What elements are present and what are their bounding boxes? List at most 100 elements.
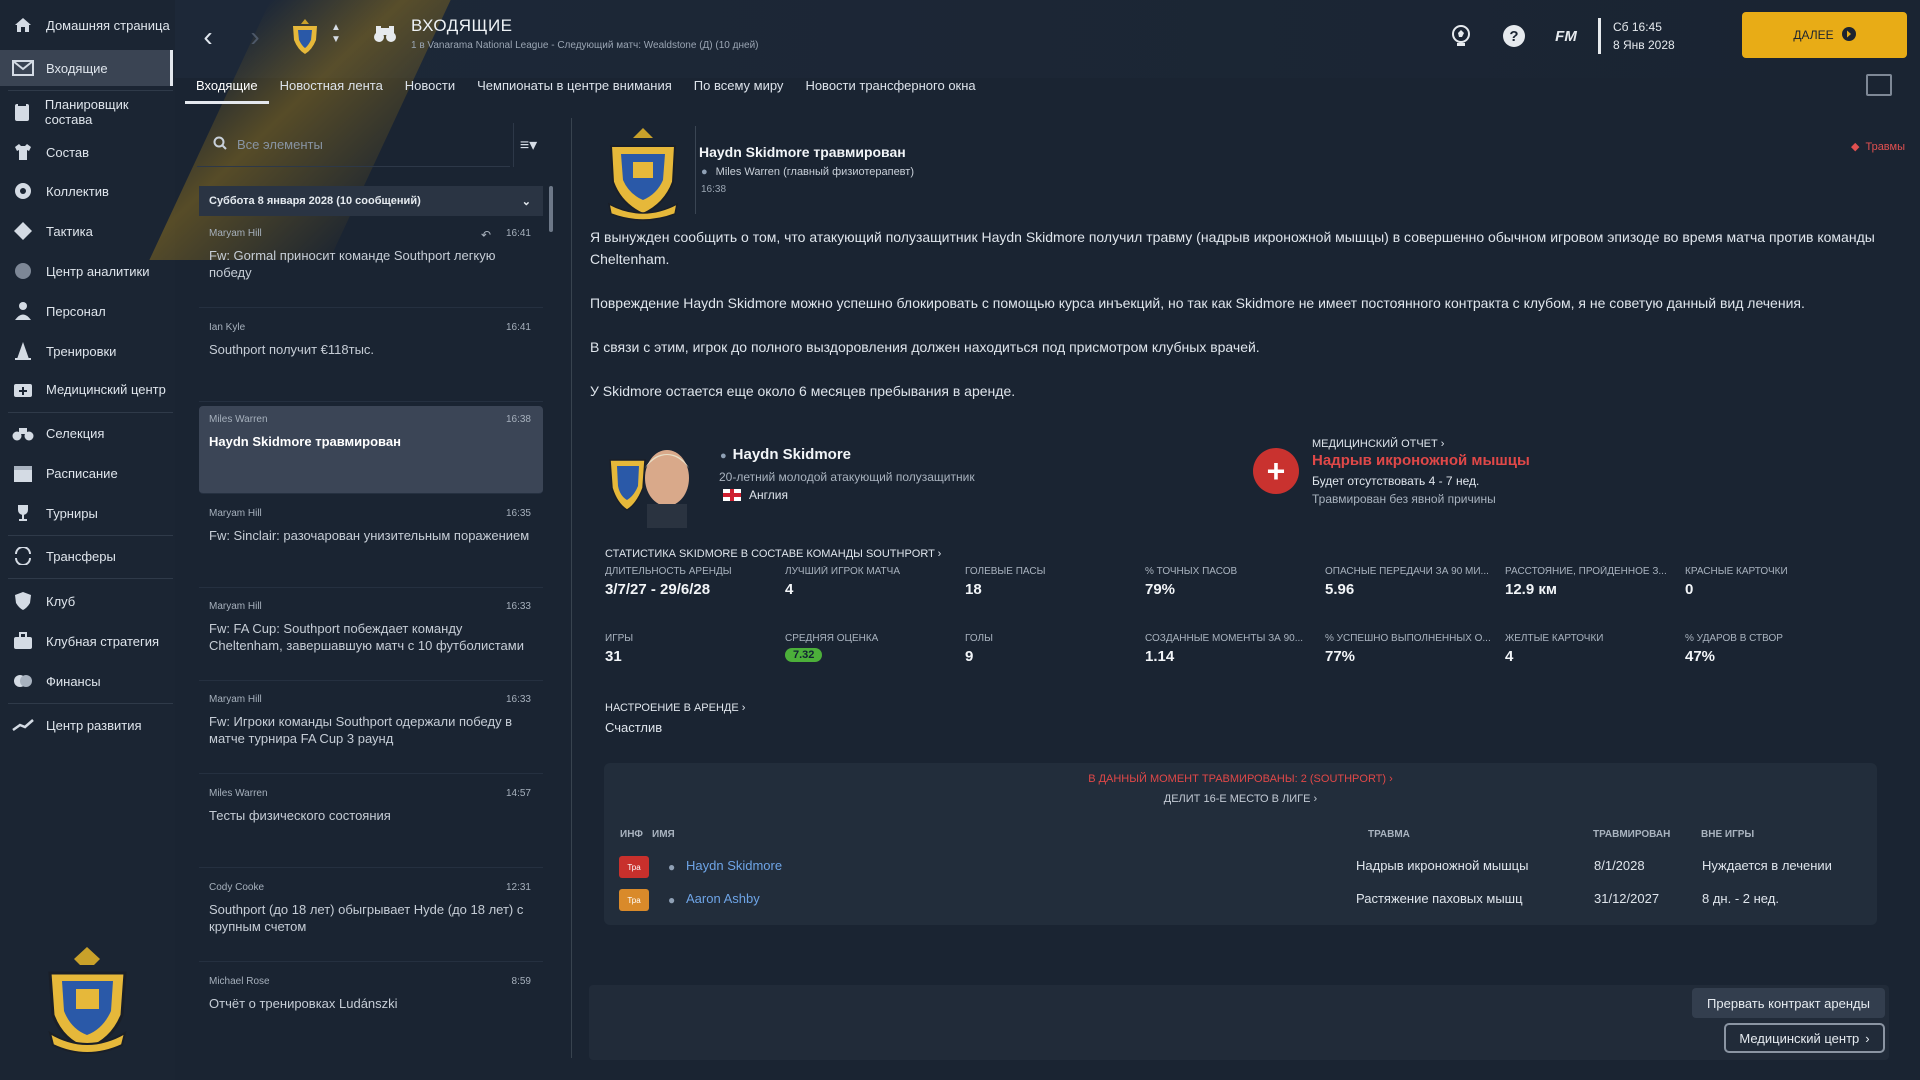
sidebar-item-dynamics[interactable]: Коллектив xyxy=(0,173,173,209)
stat-label: ГОЛЕВЫЕ ПАСЫ xyxy=(965,566,1046,577)
date-time[interactable]: Сб 16:45 8 Янв 2028 xyxy=(1598,18,1675,54)
tab-around-world[interactable]: По всему миру xyxy=(683,74,795,104)
sidebar-item-tactics[interactable]: Тактика xyxy=(0,213,173,249)
scrollbar[interactable] xyxy=(549,186,553,232)
sidebar-item-schedule[interactable]: Расписание xyxy=(0,455,173,491)
table-row[interactable]: Тра ● Haydn Skidmore Надрыв икроножной м… xyxy=(614,852,1869,882)
tab-inbox[interactable]: Входящие xyxy=(185,74,269,104)
list-item[interactable]: Ian Kyle 16:41 Southport получит €118тыс. xyxy=(199,314,543,402)
sidebar-item-finances[interactable]: Финансы xyxy=(0,663,173,699)
injured-count-label: В ДАННЫЙ МОМЕНТ ТРАВМИРОВАНЫ: 2 (SOUTHPO… xyxy=(1088,773,1387,785)
sidebar-item-competitions[interactable]: Турниры xyxy=(0,495,173,531)
sidebar-item-label: Состав xyxy=(46,144,90,160)
sidebar-item-inbox[interactable]: Входящие xyxy=(0,50,173,86)
mood-label: НАСТРОЕНИЕ В АРЕНДЕ xyxy=(605,702,739,714)
sidebar-item-analytics[interactable]: Центр аналитики xyxy=(0,253,173,289)
stat-label: ОПАСНЫЕ ПЕРЕДАЧИ ЗА 90 МИ... xyxy=(1325,566,1489,577)
column-header-info[interactable]: ИНФ xyxy=(620,829,643,840)
stat-goals: ГОЛЫ 9 xyxy=(965,633,1143,665)
player-avatar[interactable] xyxy=(605,438,705,528)
list-item[interactable]: Maryam Hill 16:33 Fw: FA Cup: Southport по… xyxy=(199,593,543,681)
tab-bar: Входящие Новостная лента Новости Чемпион… xyxy=(185,74,987,104)
sidebar-item-scouting[interactable]: Селекция xyxy=(0,415,173,451)
forward-arrow-icon[interactable]: › xyxy=(242,20,268,54)
injury-name: Надрыв икроножной мышцы xyxy=(1312,452,1530,469)
terminate-loan-button[interactable]: Прервать контракт аренды xyxy=(1692,988,1885,1018)
list-item[interactable]: Cody Cooke 12:31 Southport (до 18 лет) обы… xyxy=(199,874,543,962)
list-item[interactable]: Maryam Hill ↶ 16:41 Fw: Gormal приносит ком… xyxy=(199,220,543,308)
continue-button[interactable]: ДАЛЕЕ xyxy=(1742,12,1907,58)
tab-news-feed[interactable]: Новостная лента xyxy=(269,74,394,104)
sidebar-item-transfers[interactable]: Трансферы xyxy=(0,538,173,574)
sidebar-item-training[interactable]: Тренировки xyxy=(0,333,173,369)
list-item-selected[interactable]: Miles Warren 16:38 Haydn Skidmore травмиро… xyxy=(199,406,543,494)
stat-assists: ГОЛЕВЫЕ ПАСЫ 18 xyxy=(965,566,1143,598)
message-from: Maryam Hill xyxy=(209,508,262,519)
sidebar-item-medical[interactable]: Медицинский центр xyxy=(0,371,173,407)
sidebar-item-club[interactable]: Клуб xyxy=(0,583,173,619)
list-item[interactable]: Maryam Hill 16:35 Fw: Sinclair: разочарова… xyxy=(199,500,543,588)
column-header-injury[interactable]: ТРАВМА xyxy=(1368,829,1410,840)
stat-value: 4 xyxy=(785,581,794,598)
tab-featured-competitions[interactable]: Чемпионаты в центре внимания xyxy=(466,74,683,104)
trophy-icon xyxy=(12,502,34,524)
league-rank-link[interactable]: ДЕЛИТ 16-Е МЕСТО В ЛИГЕ › xyxy=(604,793,1877,805)
sidebar-item-staff[interactable]: Персонал xyxy=(0,293,173,329)
message-from: Michael Rose xyxy=(209,976,270,987)
player-description: 20-летний молодой атакующий полузащитник xyxy=(719,470,975,484)
column-header-injured[interactable]: ТРАВМИРОВАН xyxy=(1593,829,1670,840)
filter-menu-icon[interactable]: ≡▾ xyxy=(513,123,543,167)
club-switch-crest-icon[interactable] xyxy=(290,18,320,56)
sidebar-item-squad[interactable]: Состав xyxy=(0,134,173,170)
stat-red-cards: КРАСНЫЕ КАРТОЧКИ 0 xyxy=(1685,566,1863,598)
medical-centre-label: Медицинский центр xyxy=(1739,1030,1860,1046)
help-icon[interactable]: ? xyxy=(1500,22,1528,50)
chevron-down-icon: ⌄ xyxy=(521,195,531,208)
tab-news[interactable]: Новости xyxy=(394,74,466,104)
club-switch-chevrons-icon[interactable]: ▲ ▼ xyxy=(331,22,341,46)
back-arrow-icon[interactable]: ‹ xyxy=(195,20,221,54)
player-link[interactable]: Aaron Ashby xyxy=(686,891,760,906)
table-row[interactable]: Тра ● Aaron Ashby Растяжение паховых мыш… xyxy=(614,885,1869,915)
loan-mood-link[interactable]: НАСТРОЕНИЕ В АРЕНДЕ › xyxy=(605,702,745,714)
monitor-icon[interactable] xyxy=(1866,74,1892,96)
search-input[interactable]: Все элементы xyxy=(197,123,510,167)
sidebar-item-club-vision[interactable]: Клубная стратегия xyxy=(0,623,173,659)
message-time: 16:41 xyxy=(505,322,531,333)
column-header-name[interactable]: ИМЯ xyxy=(652,829,675,840)
sidebar-item-label: Тренировки xyxy=(46,343,117,359)
column-header-out[interactable]: ВНЕ ИГРЫ xyxy=(1701,829,1754,840)
stat-label: % УСПЕШНО ВЫПОЛНЕННЫХ О... xyxy=(1325,633,1491,644)
stat-value: 1.14 xyxy=(1145,648,1175,665)
stat-label: ДЛИТЕЛЬНОСТЬ АРЕНДЫ xyxy=(605,566,732,577)
sidebar-item-home[interactable]: Домашняя страница xyxy=(0,7,173,43)
dynamics-icon xyxy=(12,180,34,202)
injuries-tag[interactable]: ◆ Травмы xyxy=(1851,140,1905,153)
list-item[interactable]: Miles Warren 14:57 Тесты физического состо… xyxy=(199,780,543,868)
message-sender[interactable]: ● Miles Warren (главный физиотерапевт) xyxy=(701,166,914,178)
player-name[interactable]: ● Haydn Skidmore xyxy=(720,446,851,463)
fm-menu-button[interactable]: FM xyxy=(1552,22,1580,50)
medical-centre-button[interactable]: Медицинский центр › xyxy=(1724,1023,1885,1053)
injured-count-link[interactable]: В ДАННЫЙ МОМЕНТ ТРАВМИРОВАНЫ: 2 (SOUTHPO… xyxy=(604,773,1877,785)
club-crest-logo[interactable] xyxy=(40,945,135,1055)
sidebar-item-development[interactable]: Центр развития xyxy=(0,707,173,743)
player-link[interactable]: Haydn Skidmore xyxy=(686,858,782,873)
message-title: Haydn Skidmore травмирован xyxy=(699,144,906,160)
list-item[interactable]: Maryam Hill 16:33 Fw: Игроки команды South… xyxy=(199,686,543,774)
world-ball-icon[interactable] xyxy=(1447,22,1475,50)
message-group-header[interactable]: Суббота 8 января 2028 (10 сообщений) ⌄ xyxy=(199,186,543,216)
svg-text:?: ? xyxy=(1509,28,1518,45)
page-subtitle: 1 в Vanarama National League - Следующий… xyxy=(411,40,759,51)
inbox-list: Все элементы ≡▾ Суббота 8 января 2028 (1… xyxy=(197,118,553,1048)
transfer-icon xyxy=(12,545,34,567)
player-nationality[interactable]: Англия xyxy=(723,488,788,502)
tab-transfer-window-news[interactable]: Новости трансферного окна xyxy=(794,74,986,104)
injury-badge: Тра xyxy=(619,856,649,878)
player-stats-link[interactable]: СТАТИСТИКА SKIDMORE В СОСТАВЕ КОМАНДЫ SO… xyxy=(605,548,941,560)
sidebar-item-squad-planner[interactable]: Планировщик состава xyxy=(0,94,173,130)
message-paragraph: У Skidmore остается еще около 6 месяцев … xyxy=(590,383,1016,399)
list-item[interactable]: Michael Rose 8:59 Отчёт о тренировках Ludá… xyxy=(199,968,543,1056)
medical-report-link[interactable]: МЕДИЦИНСКИЙ ОТЧЕТ › xyxy=(1312,438,1444,450)
sidebar-item-label: Тактика xyxy=(46,223,93,239)
